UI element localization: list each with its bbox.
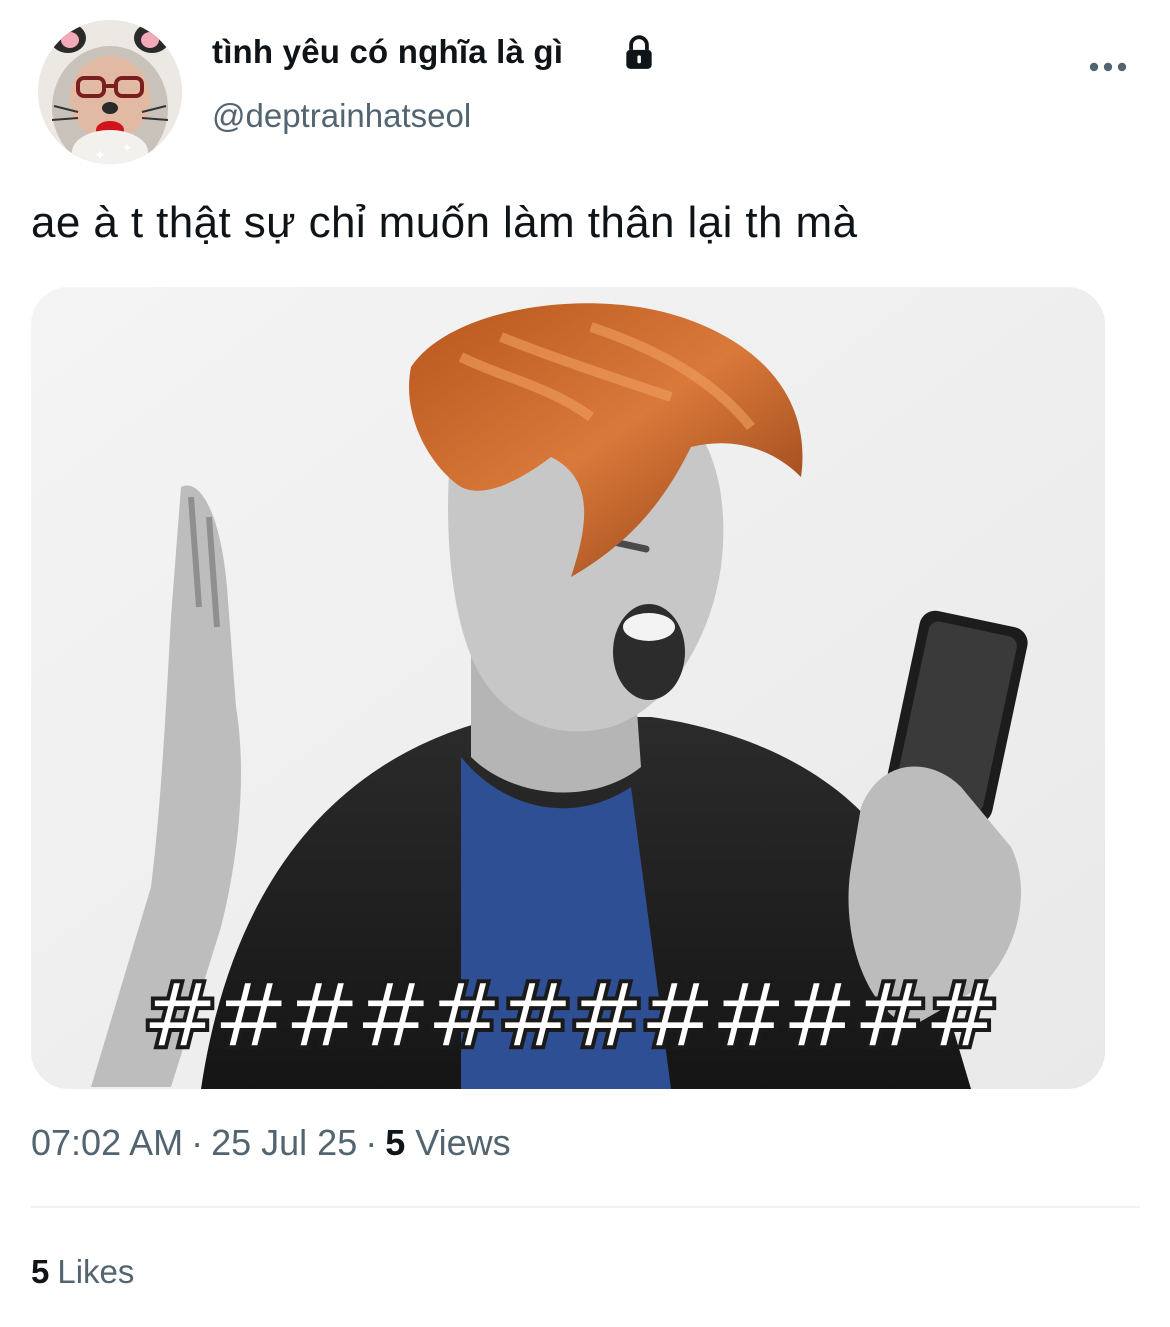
likes-count: 5 [31, 1253, 50, 1290]
lock-icon [626, 35, 652, 69]
display-name[interactable]: tình yêu có nghĩa là gì [212, 33, 563, 71]
meme-image: ############ [31, 287, 1105, 1089]
tweet-metadata: 07:02 AM · 25 Jul 25 · 5 Views [31, 1122, 511, 1164]
divider [31, 1206, 1140, 1208]
more-options-icon[interactable] [1085, 52, 1131, 82]
likes-label: Likes [57, 1253, 135, 1290]
avatar[interactable]: ✦ ✦ [38, 20, 182, 164]
tweet-time[interactable]: 07:02 AM [31, 1122, 183, 1163]
likes-link[interactable]: 5 Likes [31, 1253, 134, 1291]
svg-text:✦: ✦ [94, 147, 106, 163]
svg-text:✦: ✦ [122, 141, 132, 155]
user-handle[interactable]: @deptrainhatseol [212, 97, 471, 135]
views-count: 5 [385, 1122, 406, 1163]
tweet-text: ae à t thật sự chỉ muốn làm thân lại th … [31, 198, 858, 247]
tweet-date[interactable]: 25 Jul 25 [211, 1122, 357, 1163]
separator: · [191, 1122, 204, 1163]
tweet-media-image[interactable]: ############ [31, 287, 1105, 1089]
separator: · [365, 1122, 378, 1163]
avatar-image: ✦ ✦ [38, 20, 182, 164]
meme-caption: ############ [141, 962, 994, 1069]
views-label: Views [415, 1122, 511, 1163]
